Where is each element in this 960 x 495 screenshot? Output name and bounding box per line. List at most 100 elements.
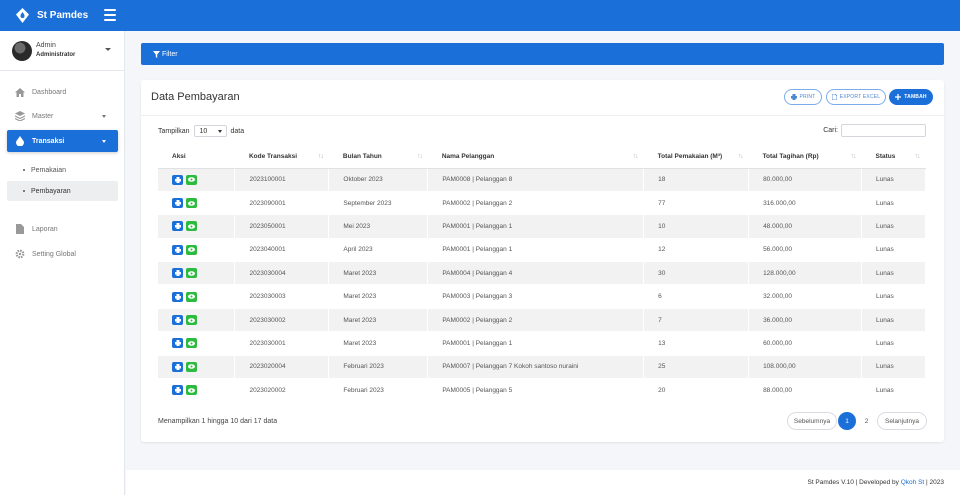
print-row-button[interactable] xyxy=(172,361,183,372)
table-cell: 2023040001 xyxy=(234,238,330,263)
next-page-button[interactable]: Selanjutnya xyxy=(877,412,927,430)
eye-icon xyxy=(188,364,195,370)
column-header[interactable]: Aksi xyxy=(158,145,235,169)
view-row-button[interactable] xyxy=(186,291,197,302)
action-cell xyxy=(158,308,236,333)
view-row-button[interactable] xyxy=(186,268,197,279)
column-header[interactable]: Status ↑↓ xyxy=(861,145,926,169)
print-row-button[interactable] xyxy=(172,174,183,185)
sidebar-item-transaksi[interactable]: Transaksi xyxy=(7,130,118,152)
sidebar-item-label: Setting Global xyxy=(32,250,76,258)
table-cell: 18 xyxy=(643,168,750,192)
export-label: EXPORT EXCEL xyxy=(839,94,881,100)
page-button-1[interactable]: 1 xyxy=(838,412,856,430)
print-row-button[interactable] xyxy=(172,268,183,279)
table-cell: Oktober 2023 xyxy=(328,168,429,192)
plus-icon xyxy=(895,94,902,100)
sidebar-item-label: Transaksi xyxy=(32,137,65,145)
view-row-button[interactable] xyxy=(186,198,197,209)
gear-icon xyxy=(15,249,25,259)
column-header-label: Kode Transaksi xyxy=(248,152,298,160)
column-header[interactable]: Kode Transaksi ↑↓ xyxy=(234,145,329,169)
table-cell: 56.000,00 xyxy=(748,238,862,263)
action-cell xyxy=(158,284,236,309)
table-cell: PAM0002 | Pelanggan 2 xyxy=(427,191,645,216)
divider xyxy=(141,115,944,116)
column-header[interactable]: Total Pemakaian (M³) ↑↓ xyxy=(643,145,749,169)
print-row-button[interactable] xyxy=(172,338,183,349)
sidebar-subitem-label: Pemakaian xyxy=(31,166,67,174)
chevron-down-icon xyxy=(217,130,222,133)
sidebar-item-master[interactable]: Master xyxy=(7,105,118,127)
user-panel[interactable]: Admin Administrator xyxy=(0,31,125,71)
print-row-button[interactable] xyxy=(172,291,183,302)
action-cell xyxy=(158,378,236,403)
page-size-select[interactable]: 10 xyxy=(193,125,227,137)
table-cell: 48.000,00 xyxy=(748,214,862,239)
sort-icon[interactable]: ↑↓ xyxy=(850,153,856,160)
sidebar-item-setting-global[interactable]: Setting Global xyxy=(7,243,118,265)
view-row-button[interactable] xyxy=(186,174,197,185)
table-cell: 7 xyxy=(643,308,750,333)
show-suffix: data xyxy=(230,127,245,135)
column-header-label: Total Pemakaian (M³) xyxy=(657,152,723,160)
print-button[interactable]: PRINT xyxy=(784,89,822,105)
view-row-button[interactable] xyxy=(186,244,197,255)
sort-icon[interactable]: ↑↓ xyxy=(915,153,921,160)
user-role: Administrator xyxy=(36,52,76,58)
sidebar-item-label: Master xyxy=(32,112,54,120)
add-button[interactable]: TAMBAH xyxy=(889,89,933,105)
table-cell: 6 xyxy=(643,284,750,309)
table-cell: Lunas xyxy=(861,168,927,192)
table-cell: 32.000,00 xyxy=(748,284,862,309)
bullet-icon xyxy=(23,169,25,171)
column-header[interactable]: Total Tagihan (Rp) ↑↓ xyxy=(748,145,862,169)
print-row-button[interactable] xyxy=(172,244,183,255)
printer-icon xyxy=(174,200,181,207)
print-row-button[interactable] xyxy=(172,315,183,326)
sort-icon[interactable]: ↑↓ xyxy=(417,153,423,160)
table-cell: 108.000,00 xyxy=(748,355,862,380)
printer-icon xyxy=(174,223,181,230)
table-cell: September 2023 xyxy=(328,191,429,216)
sidebar-item-dashboard[interactable]: Dashboard xyxy=(7,81,118,103)
prev-page-button[interactable]: Sebelumnya xyxy=(787,412,837,430)
view-row-button[interactable] xyxy=(186,315,197,326)
table-cell: Februari 2023 xyxy=(328,378,429,403)
search-input[interactable] xyxy=(841,124,926,137)
view-row-button[interactable] xyxy=(186,338,197,349)
sidebar-subitem-label: Pembayaran xyxy=(31,187,71,195)
sidebar-subitem-pembayaran[interactable]: Pembayaran xyxy=(7,181,118,201)
column-header[interactable]: Bulan Tahun ↑↓ xyxy=(328,145,428,169)
table-cell: 2023020004 xyxy=(234,355,330,380)
payment-table: Aksi Kode Transaksi ↑↓ Bulan Tahun ↑↓ Nama Pe… xyxy=(158,145,927,403)
sidebar: Admin Administrator Dashboard Master Tra… xyxy=(0,31,125,495)
search-label: Cari: xyxy=(823,127,838,134)
sort-icon[interactable]: ↑↓ xyxy=(633,153,639,160)
table-info: Menampilkan 1 hingga 10 dari 17 data xyxy=(158,418,278,425)
table-cell: Lunas xyxy=(861,191,927,216)
view-row-button[interactable] xyxy=(186,221,197,232)
table-cell: 88.000,00 xyxy=(748,378,862,403)
user-caret-icon[interactable] xyxy=(105,48,111,51)
footer-link[interactable]: Qkoh St xyxy=(901,479,924,486)
sidebar-item-laporan[interactable]: Laporan xyxy=(7,218,118,240)
print-row-button[interactable] xyxy=(172,198,183,209)
print-row-button[interactable] xyxy=(172,385,183,396)
sidebar-subitem-pemakaian[interactable]: Pemakaian xyxy=(7,160,118,180)
column-header[interactable]: Nama Pelanggan ↑↓ xyxy=(427,145,644,169)
table-cell: PAM0002 | Pelanggan 2 xyxy=(427,308,645,333)
chevron-down-icon xyxy=(102,115,106,118)
print-row-button[interactable] xyxy=(172,221,183,232)
view-row-button[interactable] xyxy=(186,361,197,372)
page-button-2[interactable]: 2 xyxy=(858,412,875,430)
view-row-button[interactable] xyxy=(186,385,197,396)
menu-toggle-icon[interactable] xyxy=(104,9,116,21)
sort-icon[interactable]: ↑↓ xyxy=(318,153,324,160)
export-excel-button[interactable]: EXPORT EXCEL xyxy=(826,89,886,105)
column-header-label: Bulan Tahun xyxy=(342,152,382,160)
column-header-label: Nama Pelanggan xyxy=(441,152,495,160)
sort-icon[interactable]: ↑↓ xyxy=(738,153,744,160)
filter-bar[interactable]: Filter xyxy=(141,43,944,65)
page-size-value: 10 xyxy=(199,127,208,135)
